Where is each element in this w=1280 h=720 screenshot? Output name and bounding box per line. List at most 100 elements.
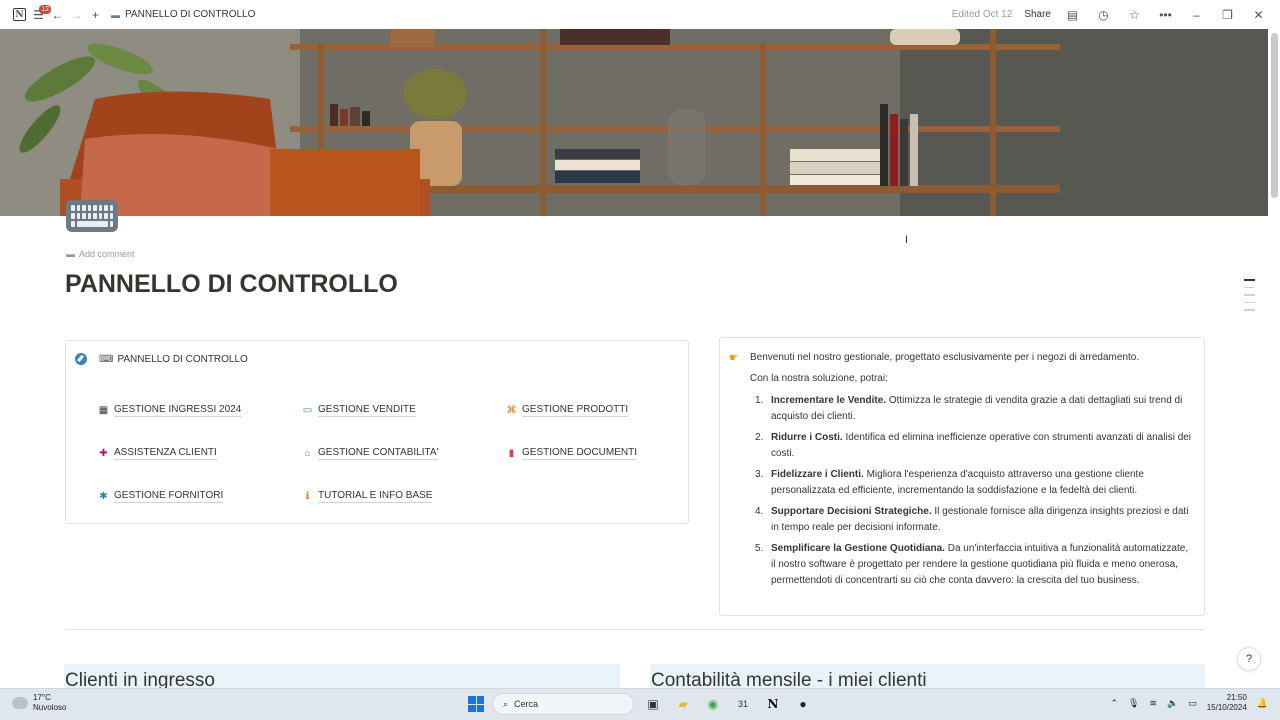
nav-link[interactable]: ✚ ASSISTENZA CLIENTI [98,446,302,460]
nav-link-label: GESTIONE DOCUMENTI [522,447,638,460]
navigation-card-header: ⌨ PANNELLO DI CONTROLLO [75,353,248,365]
app-icon[interactable]: ● [792,693,814,715]
nav-link-label: GESTIONE FORNITORI [114,490,224,503]
divider [65,629,1205,630]
benefit-title: Incrementare le Vendite. [771,395,887,406]
nav-link[interactable]: ▭ GESTIONE VENDITE [302,403,506,417]
benefit-number: 3. [755,469,764,480]
windows-taskbar: 17°C Nuvoloso ⌕ Cerca ▣ ▰ ◉ 31 N ● ⌃ 🎙 ≋… [0,688,1280,720]
updates-clock-icon[interactable]: ◷ [1094,5,1113,24]
lifebuoy-icon: ✚ [99,447,108,459]
benefit-number: 2. [755,432,764,443]
clock[interactable]: 21:50 15/10/2024 [1207,693,1247,713]
chevron-up-icon[interactable]: ⌃ [1110,698,1118,709]
task-view-icon[interactable]: ▣ [642,693,664,715]
benefit-item: 1. Incrementare le Vendite. Ottimizza le … [755,393,1195,425]
breadcrumb[interactable]: ▬ PANNELLO DI CONTROLLO [111,9,255,20]
pointing-hand-icon: ☛ [729,352,739,364]
minimize-icon[interactable]: – [1187,5,1206,24]
benefit-title: Supportare Decisioni Strategiche. [771,506,932,517]
wifi-icon[interactable]: ≋ [1149,698,1157,709]
clock-date: 15/10/2024 [1206,703,1247,712]
file-explorer-icon[interactable]: ▰ [672,693,694,715]
keyboard-icon: ▬ [111,9,120,20]
taskbar-search-box[interactable]: ⌕ Cerca [492,693,634,715]
battery-icon[interactable]: ▭ [1188,698,1197,709]
table-of-contents-indicator[interactable] [1244,279,1255,311]
add-comment-button[interactable]: ▬ Add comment [66,249,135,259]
chrome-icon[interactable]: ◉ [702,693,724,715]
help-button[interactable]: ? [1237,647,1261,671]
keyboard-page-icon[interactable] [66,200,118,232]
search-placeholder: Cerca [514,699,539,709]
edited-timestamp: Edited Oct 12 [951,9,1013,20]
command-icon: ⌘ [506,404,517,416]
add-comment-label: Add comment [79,249,135,259]
cover-illustration [0,29,1268,216]
benefit-text: Semplificare la Gestione Quotidiana. Da … [771,541,1195,589]
forward-arrow-icon[interactable]: → [67,5,86,24]
benefit-item: 4. Supportare Decisioni Strategiche. Il g… [755,504,1195,536]
nav-link[interactable]: ⌂ GESTIONE CONTABILITA' [302,446,506,460]
weather-temperature: 17°C [33,693,51,702]
section-contabilita-mensile: Contabilità mensile - i miei clienti [650,664,1205,691]
nav-link-label: GESTIONE PRODOTTI [522,404,629,417]
nav-link-label: TUTORIAL E INFO BASE [318,490,433,503]
title-bar: N ☰ 12 ← → + ▬ PANNELLO DI CONTROLLO Edit… [0,0,1280,29]
inbox-icon[interactable]: ☰ 12 [29,5,51,24]
calendar-app-icon[interactable]: 31 [732,693,754,715]
benefit-number: 5. [755,543,764,554]
benefit-item: 2. Ridurre i Costi. Identifica ed elimina… [755,430,1195,462]
comments-icon[interactable]: ▤ [1063,5,1082,24]
nav-link[interactable]: ✱ GESTIONE FORNITORI [98,489,302,503]
benefit-item: 3. Fidelizzare i Clienti. Migliora l'espe… [755,467,1195,499]
breadcrumb-page-name: PANNELLO DI CONTROLLO [125,9,256,20]
nav-link[interactable]: ℹ TUTORIAL E INFO BASE [302,489,506,503]
weather-widget[interactable]: 17°C Nuvoloso [12,693,66,713]
calendar-icon: ▦ [98,404,109,416]
nav-link-label: GESTIONE CONTABILITA' [318,447,439,460]
benefits-list: 1. Incrementare le Vendite. Ottimizza le … [755,393,1195,594]
favorite-star-icon[interactable]: ☆ [1125,5,1144,24]
benefit-text: Ridurre i Costi. Identifica ed elimina i… [771,430,1195,462]
notion-app-icon[interactable]: N [762,693,784,715]
back-arrow-icon[interactable]: ← [48,5,67,24]
notion-logo-icon[interactable]: N [10,5,29,24]
nav-link-label: GESTIONE VENDITE [318,404,416,417]
document-icon: ▮ [508,447,515,459]
share-button[interactable]: Share [1024,9,1051,20]
nav-link[interactable]: ▦ GESTIONE INGRESSI 2024 [98,403,302,417]
benefit-text: Fidelizzare i Clienti. Migliora l'esperi… [771,467,1195,499]
benefit-item: 5. Semplificare la Gestione Quotidiana. D… [755,541,1195,589]
navigation-card: ⌨ PANNELLO DI CONTROLLO ▦ GESTIONE INGRES… [65,340,689,524]
system-tray: ⌃ 🎙 ≋ 🔈 ▭ 21:50 15/10/2024 🔔 [1110,693,1268,713]
nav-link[interactable]: ⌘ GESTIONE PRODOTTI [506,403,710,417]
cover-image[interactable] [0,29,1268,216]
bank-icon: ⌂ [304,447,311,459]
nav-link-label: ASSISTENZA CLIENTI [114,447,217,460]
more-options-icon[interactable]: ••• [1156,5,1175,24]
benefit-text: Incrementare le Vendite. Ottimizza le st… [771,393,1195,425]
keyboard-icon: ⌨ [99,353,114,365]
page-scrollbar[interactable] [1271,33,1278,198]
navigation-grid: ▦ GESTIONE INGRESSI 2024 ▭ GESTIONE VENDITE… [98,403,710,503]
benefit-number: 4. [755,506,764,517]
benefit-title: Ridurre i Costi. [771,432,843,443]
callout-subtitle: Con la nostra soluzione, potrai: [750,373,888,384]
asterisk-icon: ✱ [99,490,108,502]
benefit-title: Fidelizzare i Clienti. [771,469,864,480]
nav-link-label: GESTIONE INGRESSI 2024 [114,404,242,417]
notification-bell-icon[interactable]: 🔔 [1257,698,1268,709]
close-icon[interactable]: ✕ [1249,5,1268,24]
clock-time: 21:50 [1226,693,1247,702]
restore-icon[interactable]: ❐ [1218,5,1237,24]
microphone-icon[interactable]: 🎙 [1128,698,1139,709]
info-icon: ℹ [305,490,310,502]
volume-icon[interactable]: 🔈 [1167,698,1178,709]
section-clienti-in-ingresso: Clienti in ingresso [64,664,620,691]
page-title[interactable]: PANNELLO DI CONTROLLO [65,270,398,299]
new-page-icon[interactable]: + [86,5,105,24]
windows-start-icon[interactable] [468,696,484,712]
welcome-callout: ☛ Benvenuti nel nostro gestionale, proge… [719,337,1205,616]
nav-link[interactable]: ▮ GESTIONE DOCUMENTI [506,446,710,460]
